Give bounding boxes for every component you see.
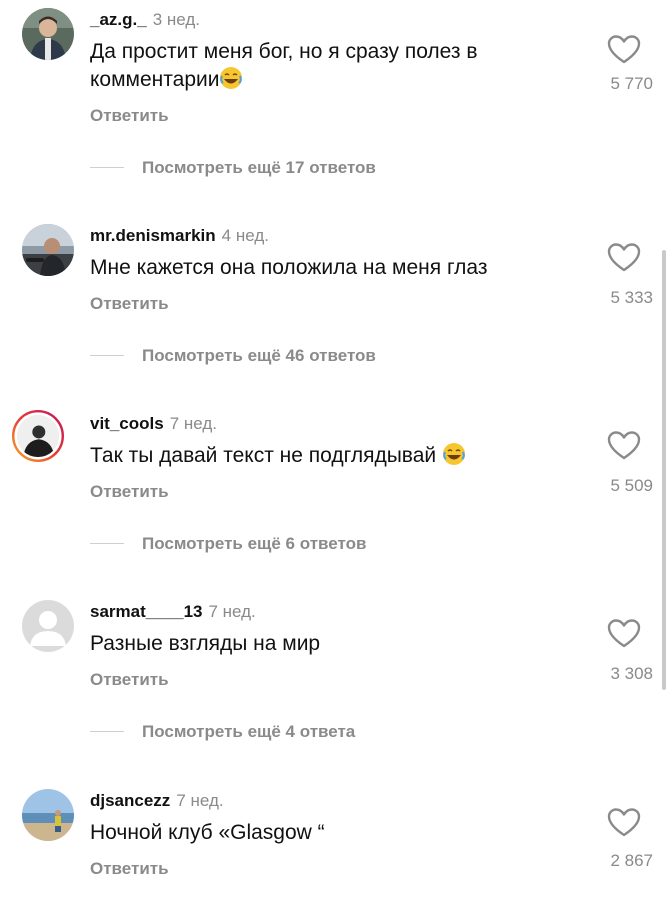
heart-outline-icon[interactable] (606, 240, 642, 276)
comment-meta: sarmat____13 7 нед. (90, 600, 256, 624)
avatar[interactable] (12, 410, 76, 474)
like-count: 5 509 (610, 476, 653, 495)
comment-body: Да простит меня бог, но я сразу полез в … (90, 40, 478, 91)
reply-button[interactable]: Ответить (90, 859, 169, 879)
heart-outline-icon[interactable] (606, 32, 642, 68)
comment-text: Ночной клуб «Glasgow “ (90, 819, 590, 847)
comment-body: Мне кажется она положила на меня глаз (90, 256, 488, 279)
avatar[interactable] (22, 600, 74, 652)
heart-outline-icon[interactable] (606, 616, 642, 652)
reply-button[interactable]: Ответить (90, 482, 169, 502)
heart-outline-icon[interactable] (606, 428, 642, 464)
comment-text: Да простит меня бог, но я сразу полез в … (90, 38, 590, 94)
like-count: 5 333 (610, 288, 653, 307)
username[interactable]: djsancezz (90, 791, 170, 810)
comment-text: Мне кажется она положила на меня глаз (90, 254, 590, 282)
laughing-emoji-icon (442, 442, 466, 466)
username[interactable]: sarmat____13 (90, 602, 202, 621)
username[interactable]: _az.g._ (90, 10, 147, 29)
view-more-replies-label: Посмотреть ещё 17 ответов (142, 158, 376, 177)
username[interactable]: vit_cools (90, 414, 164, 433)
username[interactable]: mr.denismarkin (90, 226, 216, 245)
avatar[interactable] (22, 224, 74, 276)
divider (90, 167, 124, 168)
avatar[interactable] (22, 8, 74, 60)
timestamp: 7 нед. (169, 414, 217, 433)
view-more-replies-label: Посмотреть ещё 6 ответов (142, 534, 367, 553)
divider (90, 355, 124, 356)
view-more-replies-label: Посмотреть ещё 46 ответов (142, 346, 376, 365)
comment-meta: _az.g._ 3 нед. (90, 8, 200, 32)
divider (90, 731, 124, 732)
comment-body: Ночной клуб «Glasgow “ (90, 821, 325, 844)
reply-button[interactable]: Ответить (90, 106, 169, 126)
divider (90, 543, 124, 544)
reply-button[interactable]: Ответить (90, 670, 169, 690)
comment-text: Разные взгляды на мир (90, 630, 590, 658)
comment-text: Так ты давай текст не подглядывай (90, 442, 590, 470)
avatar[interactable] (22, 789, 74, 841)
like-count: 2 867 (610, 851, 653, 870)
scrollbar[interactable] (662, 250, 666, 690)
like-count: 5 770 (610, 74, 653, 93)
timestamp: 7 нед. (176, 791, 224, 810)
laughing-emoji-icon (219, 66, 243, 90)
timestamp: 3 нед. (152, 10, 200, 29)
view-more-replies-label: Посмотреть ещё 4 ответа (142, 722, 356, 741)
comment-body: Разные взгляды на мир (90, 632, 321, 655)
comment-meta: djsancezz 7 нед. (90, 789, 224, 813)
reply-button[interactable]: Ответить (90, 294, 169, 314)
heart-outline-icon[interactable] (606, 805, 642, 841)
comment-body: Так ты давай текст не подглядывай (90, 444, 437, 467)
comment-meta: vit_cools 7 нед. (90, 412, 217, 436)
timestamp: 7 нед. (208, 602, 256, 621)
timestamp: 4 нед. (221, 226, 269, 245)
comment-meta: mr.denismarkin 4 нед. (90, 224, 269, 248)
like-count: 3 308 (610, 664, 653, 683)
